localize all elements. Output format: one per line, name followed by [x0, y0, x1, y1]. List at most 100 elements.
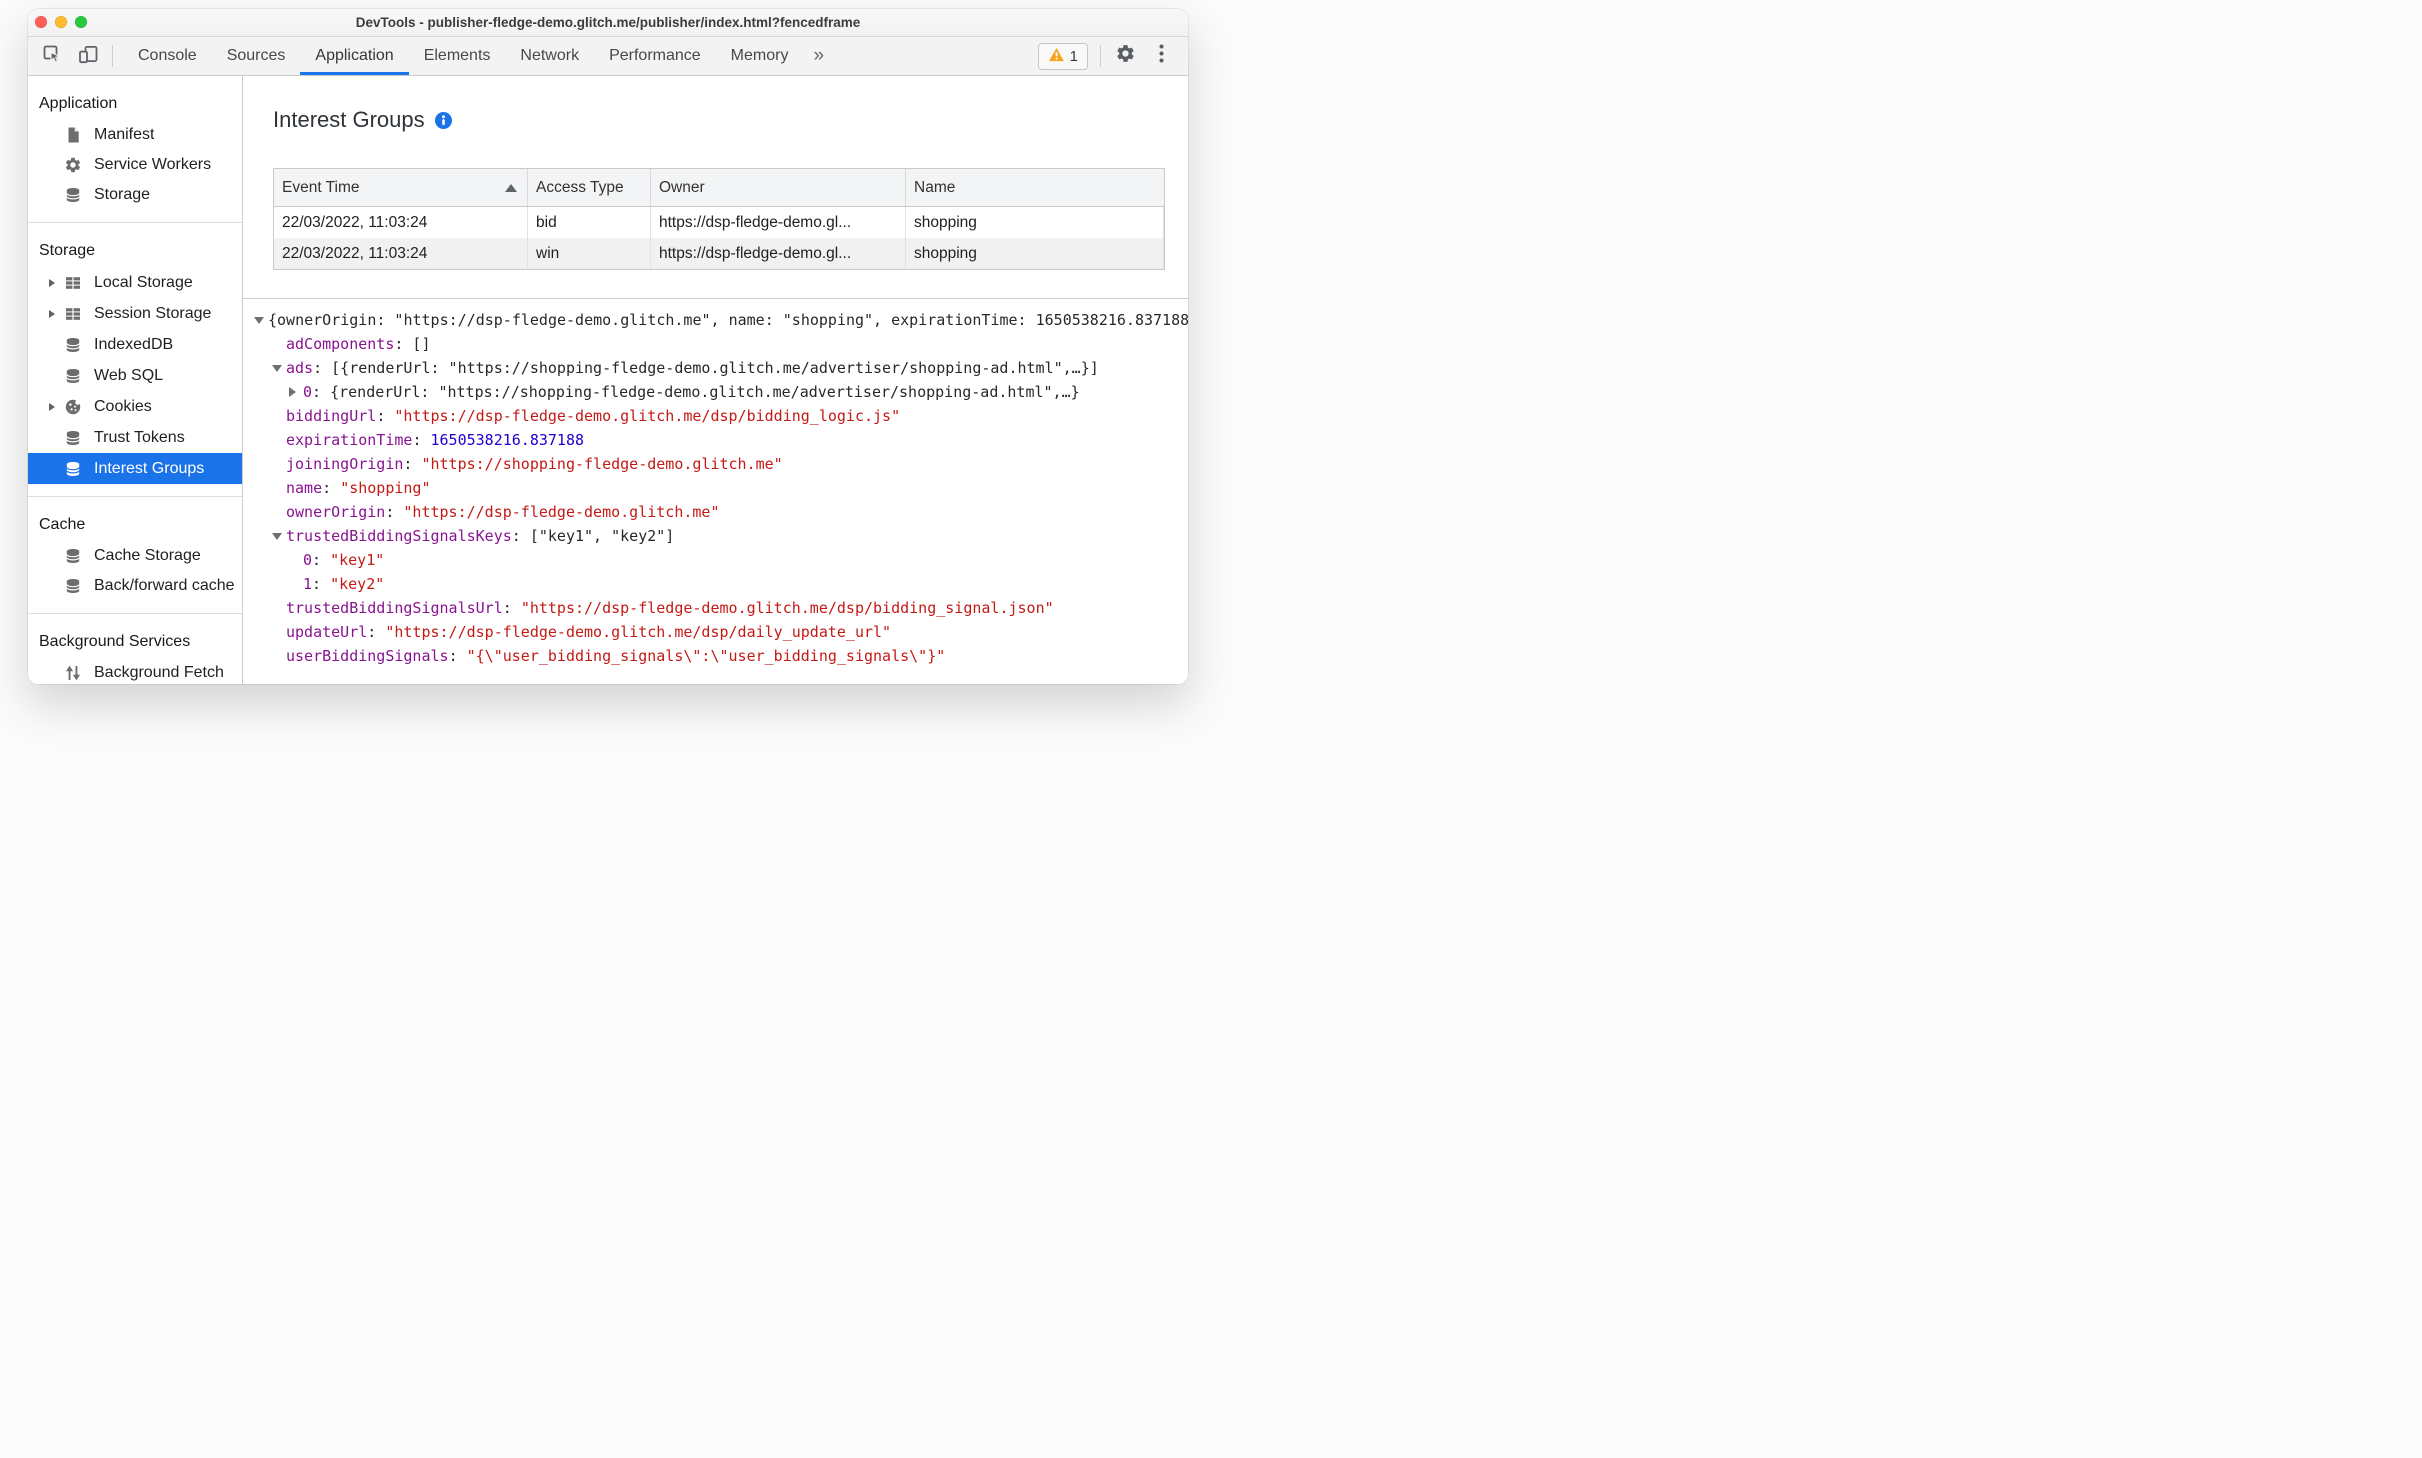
- property-name: updateUrl: [286, 623, 368, 641]
- tab-memory[interactable]: Memory: [716, 37, 804, 75]
- tree-line[interactable]: adComponents: []: [243, 332, 1188, 356]
- tab-elements[interactable]: Elements: [409, 37, 506, 75]
- gear-icon: [64, 156, 82, 174]
- sidebar-item-label: Back/forward cache: [94, 577, 235, 594]
- expander-expanded-icon[interactable]: [272, 365, 282, 372]
- sidebar-item-label: Cache Storage: [94, 547, 201, 564]
- table-header-row: Event Time Access Type Owner Name: [274, 169, 1164, 207]
- table-row[interactable]: 22/03/2022, 11:03:24 win https://dsp-fledg…: [274, 238, 1164, 269]
- database-icon: [64, 460, 82, 478]
- tab-console[interactable]: Console: [123, 37, 212, 75]
- zoom-button[interactable]: [75, 16, 87, 28]
- tree-line[interactable]: trustedBiddingSignalsKeys: ["key1", "key…: [243, 524, 1188, 548]
- sidebar-item-indexeddb[interactable]: IndexedDB: [28, 329, 242, 360]
- sidebar-item-local-storage[interactable]: Local Storage: [28, 267, 242, 298]
- sidebar-item-label: Manifest: [94, 126, 155, 143]
- number-value: 1650538216.837188: [430, 431, 585, 449]
- kebab-menu-button[interactable]: [1148, 43, 1174, 69]
- sidebar-item-session-storage[interactable]: Session Storage: [28, 298, 242, 329]
- expander-collapsed-icon[interactable]: [49, 402, 61, 411]
- sidebar-item-label: Session Storage: [94, 304, 212, 322]
- expander-expanded-icon[interactable]: [254, 317, 264, 324]
- warning-triangle-icon: [1048, 47, 1065, 66]
- string-value: "https://dsp-fledge-demo.glitch.me/dsp/d…: [385, 623, 892, 641]
- property-name: 0: [303, 551, 313, 569]
- column-header-label: Event Time: [282, 178, 360, 196]
- issues-warning-badge[interactable]: 1: [1037, 42, 1088, 70]
- preview-text: :: [448, 647, 467, 665]
- preview-text: {ownerOrigin: "https://dsp-fledge-demo.g…: [268, 311, 1188, 329]
- gear-icon: [1115, 43, 1136, 69]
- grid-icon: [64, 274, 82, 292]
- details-splitter[interactable]: [243, 298, 1188, 299]
- settings-button[interactable]: [1112, 43, 1138, 69]
- string-value: "{\"user_bidding_signals\":\"user_biddin…: [466, 647, 946, 665]
- inspect-element-button[interactable]: [38, 41, 66, 71]
- tree-line[interactable]: ownerOrigin: "https://dsp-fledge-demo.gl…: [243, 500, 1188, 524]
- database-icon: [64, 547, 82, 565]
- preview-text: :: [502, 599, 521, 617]
- tab-performance[interactable]: Performance: [594, 37, 716, 75]
- tree-line[interactable]: updateUrl: "https://dsp-fledge-demo.glit…: [243, 620, 1188, 644]
- sidebar-item-web-sql[interactable]: Web SQL: [28, 360, 242, 391]
- expander-expanded-icon[interactable]: [272, 533, 282, 540]
- sidebar-item-trust-tokens[interactable]: Trust Tokens: [28, 422, 242, 453]
- table-row[interactable]: 22/03/2022, 11:03:24 bid https://dsp-fledg…: [274, 207, 1164, 238]
- tree-line[interactable]: userBiddingSignals: "{\"user_bidding_sig…: [243, 644, 1188, 668]
- sidebar-item-storage[interactable]: Storage: [28, 180, 242, 210]
- column-header-label: Access Type: [536, 178, 624, 196]
- info-icon[interactable]: [434, 111, 452, 129]
- sidebar-item-label: Cookies: [94, 397, 152, 415]
- database-icon: [64, 577, 82, 595]
- toggle-device-toolbar-button[interactable]: [74, 41, 102, 71]
- sidebar-item-manifest[interactable]: Manifest: [28, 120, 242, 150]
- database-icon: [64, 186, 82, 204]
- tree-line[interactable]: 1: "key2": [243, 572, 1188, 596]
- tree-line[interactable]: trustedBiddingSignalsUrl: "https://dsp-f…: [243, 596, 1188, 620]
- sidebar-item-background-fetch[interactable]: Background Fetch: [28, 658, 242, 684]
- column-header-name[interactable]: Name: [906, 169, 1164, 206]
- property-name: 0: [303, 383, 313, 401]
- sidebar-item-back-forward-cache[interactable]: Back/forward cache: [28, 571, 242, 601]
- cookie-icon: [64, 398, 82, 416]
- property-name: expirationTime: [286, 431, 413, 449]
- column-header-owner[interactable]: Owner: [651, 169, 906, 206]
- traffic-lights: [35, 16, 87, 28]
- sidebar-item-service-workers[interactable]: Service Workers: [28, 150, 242, 180]
- sidebar-item-cache-storage[interactable]: Cache Storage: [28, 541, 242, 571]
- expander-collapsed-icon[interactable]: [49, 309, 61, 318]
- sidebar-item-cookies[interactable]: Cookies: [28, 391, 242, 422]
- chevron-double-right-icon: »: [813, 45, 825, 66]
- grid-icon: [64, 305, 82, 323]
- tree-line[interactable]: biddingUrl: "https://dsp-fledge-demo.gli…: [243, 404, 1188, 428]
- tab-sources[interactable]: Sources: [212, 37, 301, 75]
- tree-line[interactable]: 0: {renderUrl: "https://shopping-fledge-…: [243, 380, 1188, 404]
- tree-line[interactable]: expirationTime: 1650538216.837188: [243, 428, 1188, 452]
- tree-line[interactable]: 0: "key1": [243, 548, 1188, 572]
- column-header-access-type[interactable]: Access Type: [528, 169, 651, 206]
- property-name: 1: [303, 575, 313, 593]
- string-value: "https://dsp-fledge-demo.glitch.me/dsp/b…: [394, 407, 901, 425]
- expander-collapsed-icon[interactable]: [289, 387, 296, 397]
- preview-text: :: [412, 431, 431, 449]
- sort-ascending-icon: [505, 183, 517, 192]
- tree-line[interactable]: joiningOrigin: "https://shopping-fledge-…: [243, 452, 1188, 476]
- more-tabs-button[interactable]: »: [803, 38, 834, 74]
- tree-line[interactable]: name: "shopping": [243, 476, 1188, 500]
- tree-line[interactable]: {ownerOrigin: "https://dsp-fledge-demo.g…: [243, 308, 1188, 332]
- column-header-event-time[interactable]: Event Time: [274, 169, 528, 206]
- preview-text: :: [403, 455, 422, 473]
- table-cell: shopping: [906, 207, 1164, 238]
- property-name: adComponents: [286, 335, 395, 353]
- close-button[interactable]: [35, 16, 47, 28]
- table-cell: 22/03/2022, 11:03:24: [274, 207, 528, 238]
- string-value: "https://shopping-fledge-demo.glitch.me": [421, 455, 783, 473]
- expander-collapsed-icon[interactable]: [49, 278, 61, 287]
- tab-application[interactable]: Application: [300, 37, 408, 75]
- table-cell: bid: [528, 207, 651, 238]
- tree-line[interactable]: ads: [{renderUrl: "https://shopping-fled…: [243, 356, 1188, 380]
- content-area: Application Manifest Service Workers Sto…: [28, 76, 1188, 684]
- sidebar-item-interest-groups[interactable]: Interest Groups: [28, 453, 242, 484]
- tab-network[interactable]: Network: [505, 37, 594, 75]
- minimize-button[interactable]: [55, 16, 67, 28]
